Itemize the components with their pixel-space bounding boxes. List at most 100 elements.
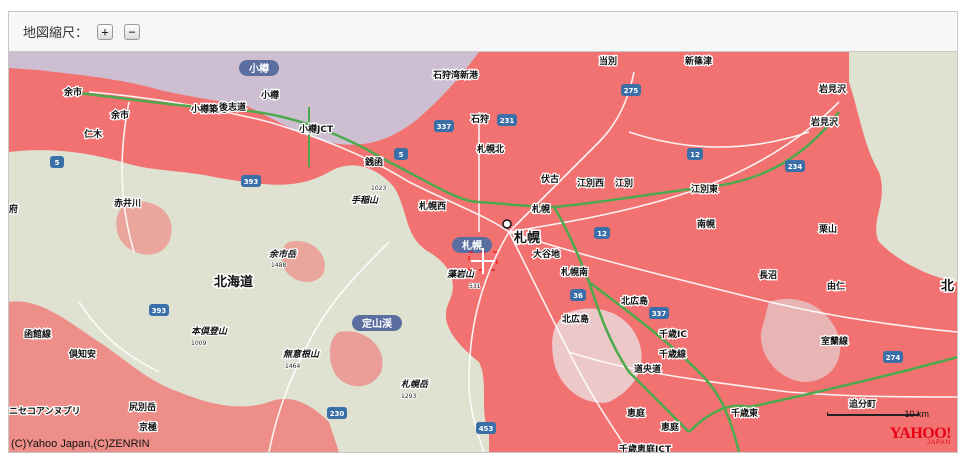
svg-text:36: 36 xyxy=(573,292,583,300)
mountain-label: 余市岳 xyxy=(269,249,297,260)
route-badge: 453 xyxy=(476,422,496,434)
zoom-label: 地図縮尺： xyxy=(23,26,89,41)
place-label: 江別東 xyxy=(691,183,718,195)
place-label: 当別 xyxy=(599,55,617,67)
svg-text:393: 393 xyxy=(152,307,167,315)
city-badge-jozankei[interactable]: 定山渓 xyxy=(352,315,402,331)
place-label: 新篠津 xyxy=(685,55,712,67)
yahoo-logo[interactable]: YAHOO! JAPAN xyxy=(890,425,952,446)
place-label: 岩見沢 xyxy=(818,83,847,95)
svg-text:337: 337 xyxy=(437,123,452,131)
city-badge-otaru[interactable]: 小樽 xyxy=(239,60,279,76)
map-canvas[interactable]: 小樽 札幌 定山渓 札幌 北海道 余市 余市 仁木 小樽築港 後志道 小樽JCT xyxy=(9,52,957,452)
route-badge: 36 xyxy=(570,289,586,301)
mountain-elev: 531 xyxy=(469,283,481,290)
place-label: 千歳恵庭JCT xyxy=(619,443,672,452)
svg-text:231: 231 xyxy=(500,117,515,125)
place-label: 小樽 xyxy=(260,89,279,101)
place-label: 赤井川 xyxy=(114,197,141,209)
place-label: 倶知安 xyxy=(68,348,96,360)
place-label: 北広島 xyxy=(562,313,589,325)
place-label: 南幌 xyxy=(697,218,715,230)
svg-text:230: 230 xyxy=(330,410,345,418)
city-badge-sapporo[interactable]: 札幌 xyxy=(452,237,492,253)
place-label: 余市 xyxy=(110,109,129,121)
map-widget: 地図縮尺： + − 小樽 札幌 定山渓 札幌 北海道 余市 余市 仁木 小樽築港… xyxy=(8,11,958,453)
place-label: 北 xyxy=(941,279,954,294)
svg-text:234: 234 xyxy=(788,163,803,171)
map-svg: 小樽 札幌 定山渓 札幌 北海道 余市 余市 仁木 小樽築港 後志道 小樽JCT xyxy=(9,52,957,452)
mountain-label: 本倶登山 xyxy=(191,326,228,337)
place-label: 尻別岳 xyxy=(129,401,156,413)
place-label: 銭函 xyxy=(364,156,383,168)
route-badge: 5 xyxy=(394,148,408,160)
map-copyright: (C)Yahoo Japan,(C)ZENRIN xyxy=(11,438,150,450)
mountain-label: 札幌岳 xyxy=(401,379,429,390)
place-label: 石狩湾新港 xyxy=(432,69,479,81)
place-label: 恵庭 xyxy=(661,421,680,433)
place-label: 府 xyxy=(9,203,18,215)
sapporo-station-icon xyxy=(502,219,512,229)
place-label: 札幌北 xyxy=(476,143,504,155)
place-label: 函館線 xyxy=(24,328,51,340)
place-label: 追分町 xyxy=(849,398,876,410)
city-label-sapporo: 札幌 xyxy=(461,239,482,252)
mountain-label: 無意根山 xyxy=(282,349,320,360)
place-label: 北広島 xyxy=(621,295,648,307)
scale-bar: 10 km xyxy=(827,409,929,422)
place-label: 札幌 xyxy=(531,203,550,215)
mountain-label: 藻岩山 xyxy=(447,269,475,280)
route-badge: 231 xyxy=(497,114,517,126)
route-badge: 230 xyxy=(327,407,347,419)
place-label: 大谷地 xyxy=(533,248,560,260)
route-badge: 234 xyxy=(785,160,805,172)
zoom-in-button[interactable]: + xyxy=(97,23,114,40)
svg-text:274: 274 xyxy=(886,354,901,362)
route-badge: 393 xyxy=(149,304,169,316)
large-label-hokkaido: 北海道 xyxy=(214,274,253,290)
place-label: 伏古 xyxy=(541,173,559,185)
svg-text:337: 337 xyxy=(652,310,667,318)
svg-text:393: 393 xyxy=(244,178,259,186)
place-label: 千歳線 xyxy=(659,348,686,360)
place-label: ニセコアンヌプリ xyxy=(9,405,81,417)
place-label: 岩見沢 xyxy=(810,116,839,128)
city-label-otaru: 小樽 xyxy=(248,62,269,75)
place-label: 札幌西 xyxy=(418,200,446,212)
svg-text:453: 453 xyxy=(479,425,494,433)
svg-text:275: 275 xyxy=(624,87,639,95)
route-badge: 337 xyxy=(649,307,669,319)
place-label: 後志道 xyxy=(219,101,246,113)
route-badge: 12 xyxy=(594,227,610,239)
mountain-elev: 1293 xyxy=(401,393,416,400)
place-label: 栗山 xyxy=(819,223,837,235)
place-label: 室蘭線 xyxy=(821,335,848,347)
place-label: 江別 xyxy=(615,177,633,189)
mountain-label: 手稲山 xyxy=(351,195,379,206)
place-label: 仁木 xyxy=(84,128,103,140)
route-badge: 12 xyxy=(687,148,703,160)
scale-text: 10 km xyxy=(904,409,929,419)
place-label: 札幌南 xyxy=(560,266,588,278)
place-label: 千歳IC xyxy=(659,328,687,340)
route-badge: 393 xyxy=(241,175,261,187)
svg-text:12: 12 xyxy=(597,230,607,238)
route-badge: 5 xyxy=(50,156,64,168)
zoom-out-button[interactable]: − xyxy=(124,23,141,40)
place-label: 恵庭 xyxy=(627,407,646,419)
place-label: 長沼 xyxy=(759,269,777,281)
svg-text:12: 12 xyxy=(690,151,700,159)
mountain-elev: 1464 xyxy=(285,363,300,370)
map-toolbar: 地図縮尺： + − xyxy=(9,12,957,52)
svg-text:5: 5 xyxy=(399,151,404,159)
large-label-sapporo: 札幌 xyxy=(513,230,540,246)
place-label: 余市 xyxy=(63,86,82,98)
place-label: 小樽JCT xyxy=(298,123,334,135)
route-badge: 274 xyxy=(883,351,903,363)
mountain-elev: 1023 xyxy=(371,185,386,192)
route-badge: 337 xyxy=(434,120,454,132)
place-label: 由仁 xyxy=(827,280,845,292)
mountain-elev: 1009 xyxy=(191,340,206,347)
city-label-jozankei: 定山渓 xyxy=(362,317,393,330)
route-badge: 275 xyxy=(621,84,641,96)
